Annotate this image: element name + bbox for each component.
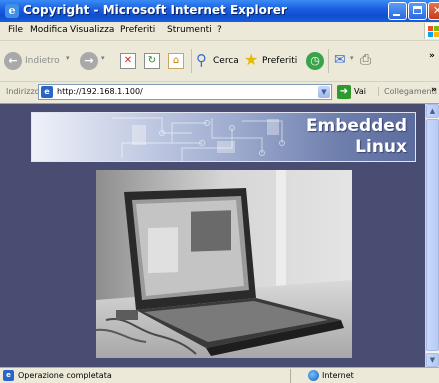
- vertical-scrollbar[interactable]: ▲ ▼: [425, 104, 439, 367]
- title-bar[interactable]: e Copyright - Microsoft Internet Explore…: [0, 0, 439, 22]
- menu-strumenti[interactable]: Strumenti: [167, 25, 212, 35]
- menu-preferiti[interactable]: Preferiti: [120, 25, 155, 35]
- address-label: Indirizzo: [6, 87, 40, 96]
- menu-bar: File Modifica Visualizza Preferiti Strum…: [0, 22, 439, 41]
- search-button-label[interactable]: Cerca: [213, 56, 239, 66]
- search-icon[interactable]: ⚲: [196, 51, 207, 69]
- address-dropdown-icon[interactable]: ▼: [318, 86, 330, 98]
- go-arrow-icon[interactable]: ➜: [337, 85, 351, 99]
- ie-window: e Copyright - Microsoft Internet Explore…: [0, 0, 439, 383]
- history-icon[interactable]: ◷: [306, 52, 324, 70]
- status-bar: e Operazione completata Internet: [0, 367, 439, 383]
- status-text: Operazione completata: [18, 371, 112, 380]
- links-overflow-icon[interactable]: »: [431, 85, 437, 95]
- home-icon[interactable]: ⌂: [168, 53, 184, 69]
- scroll-thumb[interactable]: [426, 119, 439, 351]
- scroll-up-icon[interactable]: ▲: [426, 104, 439, 118]
- menu-visualizza[interactable]: Visualizza: [70, 25, 114, 35]
- internet-zone-icon: [308, 370, 319, 381]
- forward-dropdown-icon[interactable]: ▾: [101, 54, 105, 62]
- go-button-label[interactable]: Vai: [354, 87, 366, 96]
- page-icon: e: [41, 86, 53, 98]
- menu-file[interactable]: File: [8, 25, 23, 35]
- back-button-label[interactable]: Indietro: [25, 56, 60, 66]
- toolbar-overflow-icon[interactable]: »: [429, 51, 435, 61]
- close-button[interactable]: ✕: [428, 2, 439, 20]
- mail-icon[interactable]: ✉: [334, 52, 346, 68]
- banner-title-line1: Embedded: [305, 116, 407, 136]
- refresh-icon[interactable]: ↻: [144, 53, 160, 69]
- windows-logo-icon: [424, 23, 439, 39]
- favorites-button-label[interactable]: Preferiti: [262, 56, 297, 66]
- minimize-button[interactable]: [388, 2, 407, 20]
- back-dropdown-icon[interactable]: ▾: [66, 54, 70, 62]
- security-zone-label: Internet: [322, 371, 354, 380]
- links-label[interactable]: Collegamenti: [378, 87, 437, 96]
- laptop-photo: [96, 170, 352, 358]
- toolbar-separator: [191, 49, 192, 73]
- scroll-down-icon[interactable]: ▼: [426, 353, 439, 367]
- menu-modifica[interactable]: Modifica: [30, 25, 68, 35]
- page-status-icon: e: [3, 370, 14, 381]
- back-arrow-icon[interactable]: ←: [4, 52, 22, 70]
- standard-toolbar: ← Indietro ▾ → ▾ ✕ ↻ ⌂ ⚲ Cerca ★ Preferi…: [0, 41, 439, 82]
- address-url[interactable]: http://192.168.1.100/: [57, 87, 143, 96]
- forward-arrow-icon[interactable]: →: [80, 52, 98, 70]
- laptop-image: [96, 170, 352, 358]
- page-viewport: Embedded Linux: [0, 104, 425, 367]
- menu-help[interactable]: ?: [217, 25, 222, 35]
- address-bar: Indirizzo e http://192.168.1.100/ ▼ ➜ Va…: [0, 82, 439, 104]
- stop-icon[interactable]: ✕: [120, 53, 136, 69]
- toolbar-separator: [328, 49, 329, 73]
- favorites-star-icon[interactable]: ★: [244, 50, 258, 69]
- window-title: Copyright - Microsoft Internet Explorer: [23, 3, 287, 17]
- ie-icon: e: [5, 4, 19, 18]
- print-icon[interactable]: ⎙: [360, 52, 371, 68]
- maximize-button[interactable]: [408, 2, 427, 20]
- banner-title-line2: Linux: [355, 137, 407, 157]
- embedded-linux-banner: Embedded Linux: [31, 112, 416, 162]
- mail-dropdown-icon[interactable]: ▾: [350, 54, 354, 62]
- status-divider: [290, 369, 291, 383]
- address-input[interactable]: e http://192.168.1.100/ ▼: [38, 84, 332, 100]
